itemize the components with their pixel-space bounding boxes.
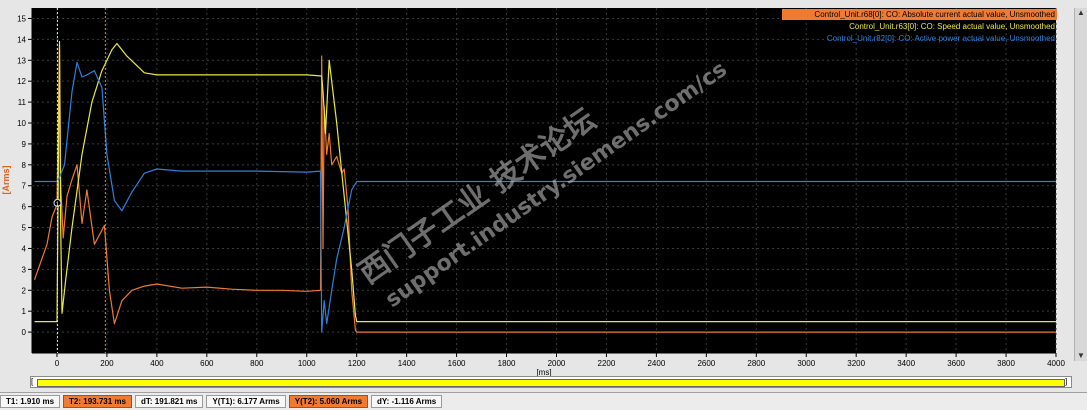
- x-tick-label: 600: [200, 359, 214, 368]
- y-tick-label: 5: [22, 224, 27, 233]
- y-tick-label: 0: [22, 328, 27, 337]
- legend-entry-1: Control_Unit.r68[0]: CO: Absolute curren…: [814, 10, 1055, 19]
- trace-chart[interactable]: 0123456789101112131415 0 200 400 600 800 1000…: [0, 0, 1087, 392]
- x-tick-label: 1600: [448, 359, 466, 368]
- legend-entry-2: Control_Unit.r63[0]: CO: Speed actual va…: [849, 22, 1055, 31]
- y-tick-label: 11: [18, 98, 27, 107]
- status-y-t2: Y(T2): 5.060 Arms: [288, 395, 369, 408]
- x-tick-label: 1400: [398, 359, 416, 368]
- x-tick-label: 3000: [797, 359, 815, 368]
- scroll-down-icon[interactable]: ▼: [1076, 351, 1086, 361]
- y-tick-label: 8: [22, 161, 27, 170]
- x-tick-label: 1000: [298, 359, 316, 368]
- y-tick-label: 13: [17, 56, 26, 65]
- status-bar: T1: 1.910 ms T2: 193.731 ms dT: 191.821 …: [0, 392, 1087, 410]
- x-tick-label: 2000: [548, 359, 566, 368]
- status-t1: T1: 1.910 ms: [0, 395, 61, 408]
- range-right-bracket-icon[interactable]: ]: [1065, 377, 1071, 387]
- x-tick-label: 1800: [498, 359, 516, 368]
- vertical-scrollbar[interactable]: ▲ ▼: [1074, 8, 1087, 361]
- x-tick-label: 2400: [647, 359, 665, 368]
- x-tick-label: 0: [55, 359, 60, 368]
- y-axis-label: [Arms]: [1, 165, 11, 194]
- x-tick-label: 200: [100, 359, 114, 368]
- x-tick-label: 800: [250, 359, 264, 368]
- legend-entry-3: Control_Unit.r82[0]: CO: Active power ac…: [827, 34, 1055, 43]
- y-tick-label: 3: [22, 265, 27, 274]
- trace-viewer: 0 1 2 3 4 5 6 7 8 9 10 11 12 13 14 15 0 200 400 600 800 1000…: [0, 0, 1087, 410]
- status-y-t1: Y(T1): 6.177 Arms: [206, 395, 286, 408]
- x-tick-label: 2800: [747, 359, 765, 368]
- y-tick-label: 4: [22, 244, 27, 253]
- x-tick-label: 2600: [697, 359, 715, 368]
- y-tick-label: 1: [22, 307, 27, 316]
- y-tick-label: 14: [17, 35, 26, 44]
- range-thumb[interactable]: [37, 379, 1065, 387]
- status-dt: dT: 191.821 ms: [134, 395, 204, 408]
- x-tick-label: 2200: [598, 359, 616, 368]
- scroll-up-icon[interactable]: ▲: [1076, 8, 1086, 18]
- y-tick-label: 15: [17, 14, 26, 23]
- y-tick-label: 7: [22, 182, 27, 191]
- x-tick-label: 4000: [1047, 359, 1065, 368]
- status-dy: dY: -1.116 Arms: [371, 395, 443, 408]
- x-tick-label: 1200: [348, 359, 366, 368]
- y-tick-label: 9: [22, 140, 27, 149]
- time-range-scrollbar[interactable]: [ ]: [30, 376, 1072, 388]
- x-tick-label: 3600: [947, 359, 965, 368]
- y-tick-label: 10: [17, 119, 26, 128]
- x-tick-label: 3800: [997, 359, 1015, 368]
- x-tick-label: 3400: [897, 359, 915, 368]
- y-tick-label: 6: [22, 203, 27, 212]
- x-tick-label: 400: [150, 359, 164, 368]
- y-tick-label: 2: [22, 286, 27, 295]
- status-t2: T2: 193.731 ms: [63, 395, 132, 408]
- x-tick-label: 3200: [847, 359, 865, 368]
- y-tick-label: 12: [17, 77, 26, 86]
